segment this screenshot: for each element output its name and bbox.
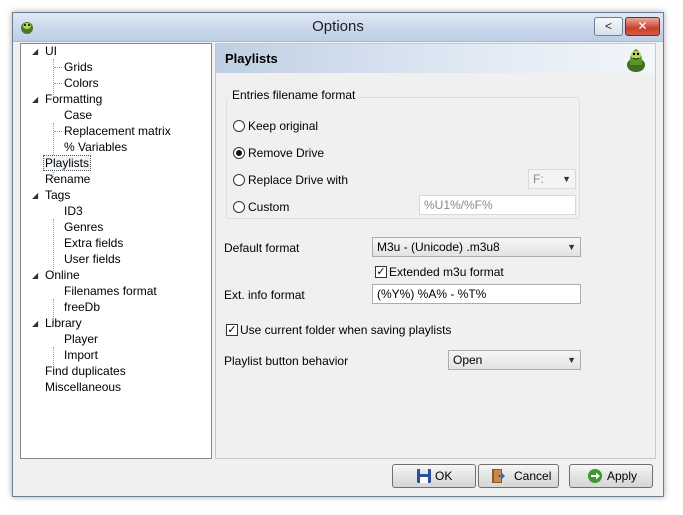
title-bar[interactable]: Options < ✕ (13, 13, 663, 42)
custom-label[interactable]: Custom (248, 200, 289, 214)
expand-arrow-icon[interactable]: ◢ (32, 92, 38, 107)
entries-format-legend: Entries filename format (229, 88, 359, 102)
help-button[interactable]: < (594, 17, 623, 36)
drive-letter-value: F: (533, 172, 544, 186)
remove-drive-label[interactable]: Remove Drive (248, 146, 324, 160)
tree-connector (54, 83, 62, 84)
ext-info-format-input[interactable]: (%Y%) %A% - %T% (372, 284, 581, 304)
ok-button[interactable]: OK (392, 464, 476, 488)
ok-label: OK (435, 469, 453, 483)
chevron-down-icon: ▼ (567, 242, 576, 252)
ext-info-format-label: Ext. info format (224, 288, 305, 302)
window-title: Options (312, 18, 364, 35)
tree-item-playlists[interactable]: Playlists (43, 155, 92, 171)
settings-panel: Playlists Entries filename format Keep o… (215, 43, 656, 459)
tree-item-genres[interactable]: Genres (64, 220, 103, 235)
extended-m3u-label[interactable]: Extended m3u format (389, 265, 504, 279)
replace-drive-label[interactable]: Replace Drive with (248, 173, 348, 187)
drive-letter-select[interactable]: F: ▼ (528, 169, 576, 189)
use-current-folder-label[interactable]: Use current folder when saving playlists (240, 323, 451, 337)
tree-item-grids[interactable]: Grids (64, 60, 93, 75)
tree-item-find-duplicates[interactable]: Find duplicates (45, 364, 126, 379)
tree-item-replacement-matrix[interactable]: Replacement matrix (64, 124, 171, 139)
default-format-select[interactable]: M3u - (Unicode) .m3u8 ▼ (372, 237, 581, 257)
extended-m3u-checkbox[interactable]: ✓ (375, 266, 387, 278)
tree-item-rename[interactable]: Rename (45, 172, 90, 187)
tree-item-variables[interactable]: % Variables (64, 140, 127, 155)
replace-drive-radio[interactable] (233, 174, 245, 186)
expand-arrow-icon[interactable]: ◢ (32, 268, 38, 283)
tree-item-import[interactable]: Import (64, 348, 98, 363)
expand-arrow-icon[interactable]: ◢ (32, 188, 38, 203)
tree-item-filenames-format[interactable]: Filenames format (64, 284, 157, 299)
use-current-folder-checkbox[interactable]: ✓ (226, 324, 238, 336)
tree-item-id3[interactable]: ID3 (64, 204, 83, 219)
tree-connector (54, 131, 62, 132)
keep-original-radio[interactable] (233, 120, 245, 132)
close-button[interactable]: ✕ (625, 17, 660, 36)
apply-arrow-icon (588, 469, 602, 483)
expand-arrow-icon[interactable]: ◢ (32, 316, 38, 331)
apply-button[interactable]: Apply (569, 464, 653, 488)
keep-original-label[interactable]: Keep original (248, 119, 318, 133)
tree-item-player[interactable]: Player (64, 332, 98, 347)
default-format-value: M3u - (Unicode) .m3u8 (377, 240, 500, 254)
tree-connector (53, 219, 54, 275)
exit-door-icon (492, 469, 505, 483)
tree-item-user-fields[interactable]: User fields (64, 252, 121, 267)
chevron-down-icon: ▼ (567, 355, 576, 365)
mascot-icon (627, 49, 645, 72)
playlist-button-behavior-value: Open (453, 353, 483, 367)
panel-title: Playlists (225, 51, 278, 66)
custom-radio[interactable] (233, 201, 245, 213)
options-tree: ◢ UI Grids Colors ◢ Formatting Case Repl… (20, 43, 212, 459)
apply-label: Apply (607, 469, 638, 483)
cancel-label: Cancel (514, 469, 552, 483)
cancel-button[interactable]: Cancel (478, 464, 559, 488)
tree-item-extra-fields[interactable]: Extra fields (64, 236, 123, 251)
tree-connector (54, 67, 62, 68)
custom-format-input[interactable]: %U1%/%F% (419, 195, 576, 215)
tree-item-miscellaneous[interactable]: Miscellaneous (45, 380, 121, 395)
save-disk-icon (417, 469, 431, 483)
default-format-label: Default format (224, 241, 300, 255)
expand-arrow-icon[interactable]: ◢ (32, 44, 38, 59)
playlist-button-behavior-select[interactable]: Open ▼ (448, 350, 581, 370)
playlist-button-behavior-label: Playlist button behavior (224, 354, 349, 368)
tree-item-colors[interactable]: Colors (64, 76, 99, 91)
panel-header: Playlists (216, 44, 655, 73)
tree-item-freedb[interactable]: freeDb (64, 300, 100, 315)
options-window: Options < ✕ ◢ UI Grids Colors ◢ Formatti… (12, 12, 664, 497)
remove-drive-radio[interactable] (233, 147, 245, 159)
tree-item-case[interactable]: Case (64, 108, 92, 123)
chevron-down-icon: ▼ (562, 174, 571, 184)
